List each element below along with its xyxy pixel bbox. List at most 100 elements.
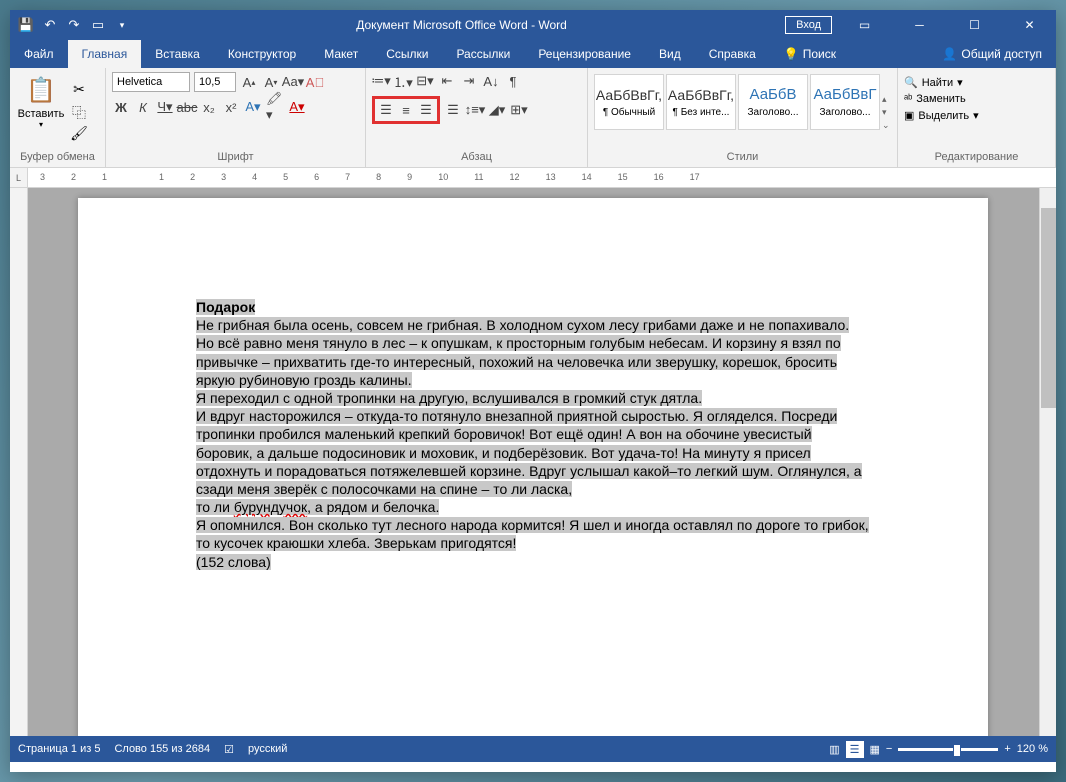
status-words[interactable]: Слово 155 из 2684 [114,743,210,755]
bold-icon[interactable]: Ж [112,98,130,116]
close-icon[interactable]: ✕ [1007,10,1052,40]
numbering-icon[interactable]: ⒈▾ [394,72,412,90]
save-icon[interactable]: 💾 [18,17,34,33]
web-layout-icon[interactable]: ▦ [870,743,880,756]
font-name-input[interactable] [112,72,190,92]
increase-indent-icon[interactable]: ⇥ [460,72,478,90]
styles-expand[interactable]: ⌄ [882,120,890,131]
format-painter-icon[interactable]: 🖌 [70,125,88,143]
zoom-level[interactable]: 120 % [1017,743,1048,755]
scrollbar-thumb[interactable] [1041,208,1056,408]
minimize-icon[interactable]: ─ [897,10,942,40]
tab-layout[interactable]: Макет [310,40,372,68]
shading-icon[interactable]: ◢▾ [488,101,506,119]
vertical-ruler[interactable] [10,188,28,736]
multilevel-icon[interactable]: ⊟▾ [416,72,434,90]
clear-format-icon[interactable]: A⃥ [306,73,324,91]
underline-icon[interactable]: Ч▾ [156,98,174,116]
show-marks-icon[interactable]: ¶ [504,72,522,90]
change-case-icon[interactable]: Aa▾ [284,73,302,91]
status-page[interactable]: Страница 1 из 5 [18,743,100,755]
shrink-font-icon[interactable]: A▾ [262,73,280,91]
font-size-input[interactable] [194,72,236,92]
tab-home[interactable]: Главная [68,40,142,68]
superscript-icon[interactable]: x² [222,98,240,116]
alignment-highlight: ☰ ≡ ☰ [372,96,440,124]
select-button[interactable]: ▣Выделить ▾ [904,109,1049,122]
login-button[interactable]: Вход [785,16,832,34]
subscript-icon[interactable]: x₂ [200,98,218,116]
quick-access-toolbar: 💾 ↶ ↷ ▭ ▾ [10,17,138,33]
status-language[interactable]: русский [248,743,287,755]
highlight-icon[interactable]: 🖍▾ [266,98,284,116]
ruler-corner: L [10,168,28,187]
align-left-icon[interactable]: ☰ [377,101,395,119]
italic-icon[interactable]: К [134,98,152,116]
align-center-icon[interactable]: ≡ [397,101,415,119]
borders-icon[interactable]: ⊞▾ [510,101,528,119]
style-heading2[interactable]: АаБбВвГЗаголово... [810,74,880,130]
group-font-label: Шрифт [112,151,359,165]
decrease-indent-icon[interactable]: ⇤ [438,72,456,90]
find-button[interactable]: 🔍Найти ▾ [904,76,1049,89]
tab-references[interactable]: Ссылки [372,40,442,68]
paste-button[interactable]: 📋Вставить▾ [16,72,66,151]
bullets-icon[interactable]: ≔▾ [372,72,390,90]
strike-icon[interactable]: abc [178,98,196,116]
replace-icon: ᵃᵇ [904,93,912,105]
search-icon: 🔍 [904,76,918,89]
grow-font-icon[interactable]: A▴ [240,73,258,91]
style-heading1[interactable]: АаБбВЗаголово... [738,74,808,130]
ribbon: 📋Вставить▾ ✂ ⿻ 🖌 Буфер обмена A▴ A▾ Aa▾ … [10,68,1056,168]
copy-icon[interactable]: ⿻ [70,103,88,121]
tab-mailings[interactable]: Рассылки [442,40,524,68]
tab-help[interactable]: Справка [695,40,770,68]
redo-icon[interactable]: ↷ [66,17,82,33]
ribbon-tabs: Файл Главная Вставка Конструктор Макет С… [10,40,1056,68]
tab-review[interactable]: Рецензирование [524,40,645,68]
font-color-icon[interactable]: A▾ [288,98,306,116]
read-mode-icon[interactable]: ▥ [829,743,839,756]
tab-view[interactable]: Вид [645,40,695,68]
tab-file[interactable]: Файл [10,40,68,68]
page[interactable]: Подарок Не грибная была осень, совсем не… [78,198,988,736]
maximize-icon[interactable]: ☐ [952,10,997,40]
doc-title: Подарок [196,299,255,315]
tell-me-search[interactable]: 💡 Поиск [770,40,850,68]
page-text[interactable]: Подарок Не грибная была осень, совсем не… [78,198,988,591]
tab-insert[interactable]: Вставка [141,40,214,68]
styles-scroll-down[interactable]: ▾ [882,107,890,118]
share-button[interactable]: 👤 Общий доступ [928,40,1056,68]
status-bar: Страница 1 из 5 Слово 155 из 2684 ☑ русс… [10,736,1056,762]
line-spacing-icon[interactable]: ↕≡▾ [466,101,484,119]
title-bar: 💾 ↶ ↷ ▭ ▾ Документ Microsoft Office Word… [10,10,1056,40]
tab-design[interactable]: Конструктор [214,40,310,68]
qat-more-icon[interactable]: ▾ [114,17,130,33]
group-paragraph-label: Абзац [372,151,581,165]
zoom-out-icon[interactable]: − [886,743,892,755]
group-editing-label: Редактирование [904,151,1049,165]
group-styles-label: Стили [594,151,891,165]
select-icon: ▣ [904,109,914,122]
sort-icon[interactable]: A↓ [482,72,500,90]
cut-icon[interactable]: ✂ [70,81,88,99]
zoom-slider[interactable] [898,748,998,751]
text-effects-icon[interactable]: A▾ [244,98,262,116]
zoom-in-icon[interactable]: + [1004,743,1010,755]
styles-scroll-up[interactable]: ▴ [882,94,890,105]
justify-icon[interactable]: ☰ [444,101,462,119]
style-normal[interactable]: АаБбВвГг,¶ Обычный [594,74,664,130]
horizontal-ruler[interactable]: L 3211234567891011121314151617 [10,168,1056,188]
spellcheck-icon[interactable]: ☑ [224,743,234,756]
vertical-scrollbar[interactable] [1039,188,1056,736]
window-title: Документ Microsoft Office Word - Word [138,18,785,32]
ribbon-display-icon[interactable]: ▭ [842,10,887,40]
align-right-icon[interactable]: ☰ [417,101,435,119]
replace-button[interactable]: ᵃᵇЗаменить [904,93,1049,105]
document-area: Подарок Не грибная была осень, совсем не… [10,188,1056,736]
undo-icon[interactable]: ↶ [42,17,58,33]
style-no-spacing[interactable]: АаБбВвГг,¶ Без инте... [666,74,736,130]
touchmode-icon[interactable]: ▭ [90,17,106,33]
print-layout-icon[interactable]: ☰ [846,741,864,758]
clipboard-icon: 📋 [26,76,56,105]
